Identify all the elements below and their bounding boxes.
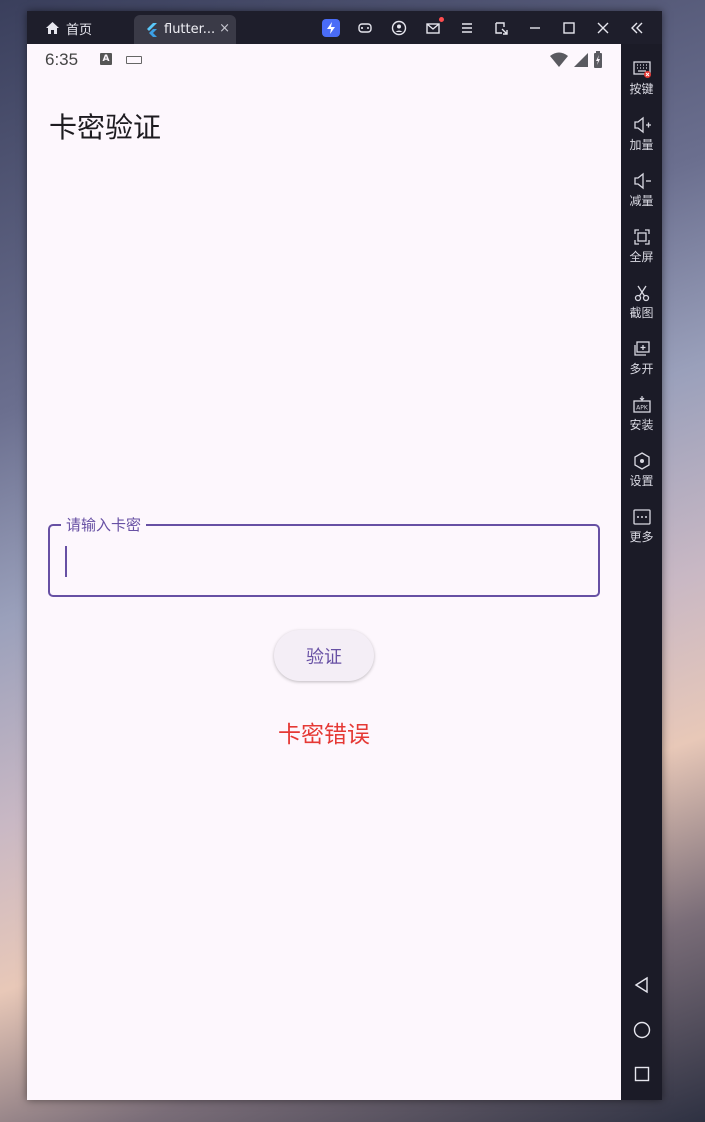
sidebar-item-more[interactable]: 更多 bbox=[621, 507, 662, 544]
collapse-icon[interactable] bbox=[628, 19, 646, 37]
sidebar-item-label: 截图 bbox=[629, 306, 654, 320]
tab-flutter-app[interactable]: flutter... × bbox=[134, 15, 236, 44]
sidebar-item-label: 更多 bbox=[629, 530, 654, 544]
keyboard-status-icon bbox=[126, 56, 142, 64]
keyboard-icon bbox=[632, 61, 651, 78]
sidebar-item-volume-up[interactable]: 加量 bbox=[621, 115, 662, 152]
text-caret bbox=[65, 546, 67, 577]
signal-icon bbox=[574, 52, 588, 67]
mail-icon[interactable] bbox=[424, 17, 444, 37]
page-title: 卡密验证 bbox=[49, 111, 162, 144]
close-icon[interactable] bbox=[594, 19, 612, 37]
sidebar-item-label: 多开 bbox=[629, 362, 654, 376]
emulator-window: 首页 flutter... × 6:35 A 卡密验证 请输入卡密 验证 卡密错… bbox=[27, 11, 662, 1100]
menu-icon[interactable] bbox=[458, 19, 476, 37]
status-time: 6:35 bbox=[45, 50, 79, 69]
phone-screen: 6:35 A 卡密验证 请输入卡密 验证 卡密错误 bbox=[27, 44, 621, 1100]
sidebar-item-install[interactable]: APK 安装 bbox=[621, 395, 662, 432]
settings-icon bbox=[633, 452, 650, 470]
sidebar-item-fullscreen[interactable]: 全屏 bbox=[621, 227, 662, 264]
scissors-icon bbox=[634, 285, 649, 302]
sidebar-item-multi[interactable]: 多开 bbox=[621, 339, 662, 376]
battery-icon bbox=[594, 51, 602, 68]
account-icon[interactable] bbox=[390, 19, 408, 37]
emulator-sidebar: 按键 加量 减量 全屏 截图 多开 APK 安装 设置 更多 bbox=[621, 44, 662, 1100]
tab-close-icon[interactable]: × bbox=[219, 21, 230, 36]
sidebar-item-label: 安装 bbox=[629, 418, 654, 432]
house-icon bbox=[46, 22, 59, 34]
home-circle-icon bbox=[633, 1021, 650, 1039]
apk-install-icon: APK bbox=[632, 396, 651, 413]
sidebar-item-settings[interactable]: 设置 bbox=[621, 451, 662, 488]
verify-button[interactable]: 验证 bbox=[274, 630, 374, 681]
sidebar-item-label: 全屏 bbox=[629, 250, 654, 264]
fullscreen-icon bbox=[633, 229, 650, 245]
flutter-icon bbox=[147, 22, 157, 37]
tab-flutter-label: flutter... bbox=[164, 22, 216, 37]
notification-dot bbox=[439, 17, 444, 22]
sidebar-item-label: 按键 bbox=[629, 82, 654, 96]
sidebar-item-label: 设置 bbox=[629, 474, 654, 488]
more-icon bbox=[632, 509, 651, 525]
wifi-icon bbox=[550, 52, 568, 67]
nav-recents-button[interactable] bbox=[621, 1065, 662, 1083]
minimize-icon[interactable] bbox=[526, 19, 544, 37]
error-message: 卡密错误 bbox=[278, 722, 370, 748]
nav-home-button[interactable] bbox=[621, 1021, 662, 1039]
gamepad-icon[interactable] bbox=[356, 19, 374, 37]
sidebar-item-volume-down[interactable]: 减量 bbox=[621, 171, 662, 208]
sidebar-item-keymap[interactable]: 按键 bbox=[621, 59, 662, 96]
sidebar-item-label: 减量 bbox=[629, 194, 654, 208]
app-notification-icon: A bbox=[100, 53, 112, 65]
svg-text:APK: APK bbox=[636, 405, 649, 412]
title-bar: 首页 flutter... × bbox=[27, 11, 662, 44]
multi-instance-icon bbox=[633, 341, 650, 356]
maximize-icon[interactable] bbox=[560, 19, 578, 37]
recents-icon bbox=[634, 1066, 649, 1082]
screenshot-icon[interactable] bbox=[492, 19, 510, 37]
back-icon bbox=[634, 976, 648, 994]
tab-home-label: 首页 bbox=[66, 22, 93, 38]
sidebar-item-screenshot[interactable]: 截图 bbox=[621, 283, 662, 320]
sidebar-item-label: 加量 bbox=[629, 138, 654, 152]
volume-up-icon bbox=[633, 116, 651, 134]
volume-down-icon bbox=[633, 172, 651, 190]
card-key-input[interactable]: 请输入卡密 bbox=[48, 515, 600, 597]
tab-home[interactable]: 首页 bbox=[45, 19, 93, 38]
bolt-icon[interactable] bbox=[322, 19, 340, 37]
input-label: 请输入卡密 bbox=[61, 515, 147, 535]
nav-back-button[interactable] bbox=[621, 976, 662, 994]
status-bar: 6:35 A bbox=[27, 44, 621, 76]
